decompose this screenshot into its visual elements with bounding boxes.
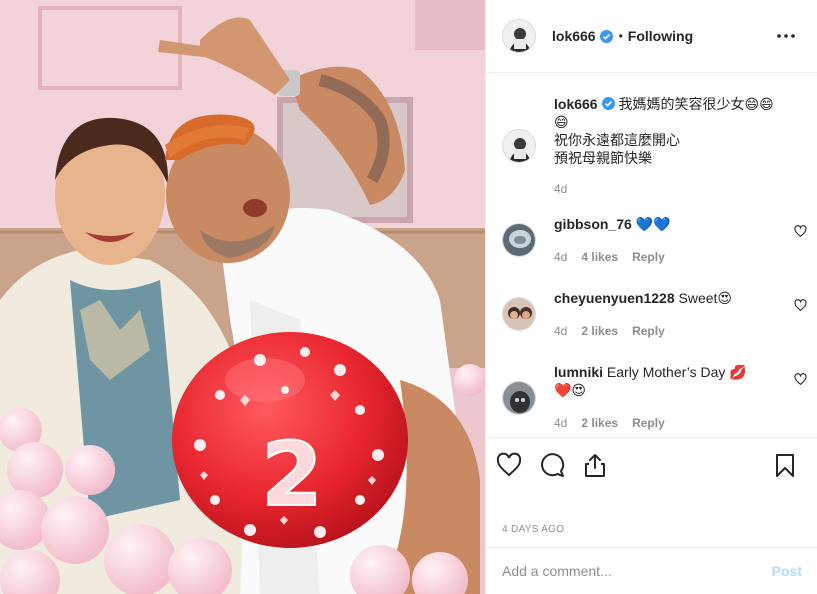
comments-list[interactable]: lok666 我媽媽的笑容很少女😄😄😄 祝你永遠都這麼開心 預祝母親節快樂 4d… bbox=[486, 73, 817, 437]
comment-body: 💙💙 bbox=[635, 216, 671, 232]
author-username[interactable]: lok666 bbox=[552, 28, 596, 44]
comment-item: gibbson_76 💙💙 4d 4 likes Reply bbox=[502, 215, 807, 265]
instagram-post-modal: 2 lok666 • Following lok666 我媽媽的笑容很少女😄😄😄… bbox=[0, 0, 817, 594]
caption-meta: 4d bbox=[554, 182, 581, 196]
comment-body: Early Mother’s Day 💋 bbox=[606, 364, 747, 380]
heart-icon[interactable] bbox=[794, 299, 807, 312]
verified-badge-icon bbox=[601, 97, 615, 110]
comment-item: lumniki Early Mother’s Day 💋 ❤️😍 4d 2 lik… bbox=[502, 363, 807, 430]
balloon-number: 2 bbox=[261, 423, 322, 526]
share-icon[interactable] bbox=[582, 452, 608, 478]
caption-avatar[interactable] bbox=[502, 129, 536, 163]
comment-item: cheyuenyuen1228 Sweet😍 4d 2 likes Reply bbox=[502, 289, 807, 339]
commenter-avatar[interactable] bbox=[502, 297, 536, 331]
comment-text: gibbson_76 💙💙 bbox=[554, 215, 776, 233]
bookmark-icon[interactable] bbox=[772, 452, 798, 478]
commenter-avatar[interactable] bbox=[502, 381, 536, 415]
comment-likes[interactable]: 4 likes bbox=[581, 250, 618, 264]
commenter-avatar[interactable] bbox=[502, 223, 536, 257]
caption-line-2: 祝你永遠都這麼開心 bbox=[554, 132, 680, 148]
caption-username[interactable]: lok666 bbox=[554, 96, 598, 112]
comment-text: lumniki Early Mother’s Day 💋 ❤️😍 bbox=[554, 363, 776, 399]
verified-badge-icon bbox=[599, 29, 613, 43]
post-comment-button[interactable]: Post bbox=[772, 563, 802, 579]
caption-line-3: 預祝母親節快樂 bbox=[554, 150, 652, 166]
comment-text: cheyuenyuen1228 Sweet😍 bbox=[554, 289, 776, 307]
comment-username[interactable]: lumniki bbox=[554, 364, 603, 380]
comment-time[interactable]: 4d bbox=[554, 416, 567, 430]
comment-time[interactable]: 4d bbox=[554, 250, 567, 264]
post-photo[interactable]: 2 bbox=[0, 0, 485, 594]
comment-meta: 4d 4 likes Reply bbox=[554, 250, 679, 264]
post-side-panel: lok666 • Following lok666 我媽媽的笑容很少女😄😄😄 祝… bbox=[485, 0, 817, 594]
comment-username[interactable]: cheyuenyuen1228 bbox=[554, 290, 675, 306]
comment-username[interactable]: gibbson_76 bbox=[554, 216, 632, 232]
comment-body: Sweet😍 bbox=[678, 290, 733, 306]
following-button[interactable]: Following bbox=[628, 28, 693, 44]
heart-icon[interactable] bbox=[794, 373, 807, 386]
caption-text: lok666 我媽媽的笑容很少女😄😄😄 祝你永遠都這麼開心 預祝母親節快樂 bbox=[554, 95, 776, 167]
reply-button[interactable]: Reply bbox=[632, 250, 665, 264]
comment-body-line-2: ❤️😍 bbox=[554, 382, 587, 398]
add-comment-input[interactable] bbox=[502, 561, 742, 581]
comment-likes[interactable]: 2 likes bbox=[581, 324, 618, 338]
add-comment-bar: Post bbox=[486, 547, 817, 594]
post-header: lok666 • Following bbox=[486, 0, 817, 73]
heart-icon[interactable] bbox=[794, 225, 807, 238]
more-horizontal-icon[interactable] bbox=[776, 26, 796, 46]
heart-icon[interactable] bbox=[496, 452, 522, 478]
post-actions: 4 DAYS AGO bbox=[486, 437, 817, 547]
reply-button[interactable]: Reply bbox=[632, 416, 665, 430]
caption-time[interactable]: 4d bbox=[554, 182, 567, 196]
separator-dot: • bbox=[618, 29, 623, 43]
comment-meta: 4d 2 likes Reply bbox=[554, 324, 679, 338]
author-avatar[interactable] bbox=[502, 19, 536, 53]
comment-icon[interactable] bbox=[539, 452, 565, 478]
post-date[interactable]: 4 DAYS AGO bbox=[502, 524, 564, 535]
comment-time[interactable]: 4d bbox=[554, 324, 567, 338]
photo-illustration: 2 bbox=[0, 0, 485, 594]
caption: lok666 我媽媽的笑容很少女😄😄😄 祝你永遠都這麼開心 預祝母親節快樂 4d bbox=[502, 95, 802, 200]
reply-button[interactable]: Reply bbox=[632, 324, 665, 338]
comment-meta: 4d 2 likes Reply bbox=[554, 416, 679, 430]
comment-likes[interactable]: 2 likes bbox=[581, 416, 618, 430]
